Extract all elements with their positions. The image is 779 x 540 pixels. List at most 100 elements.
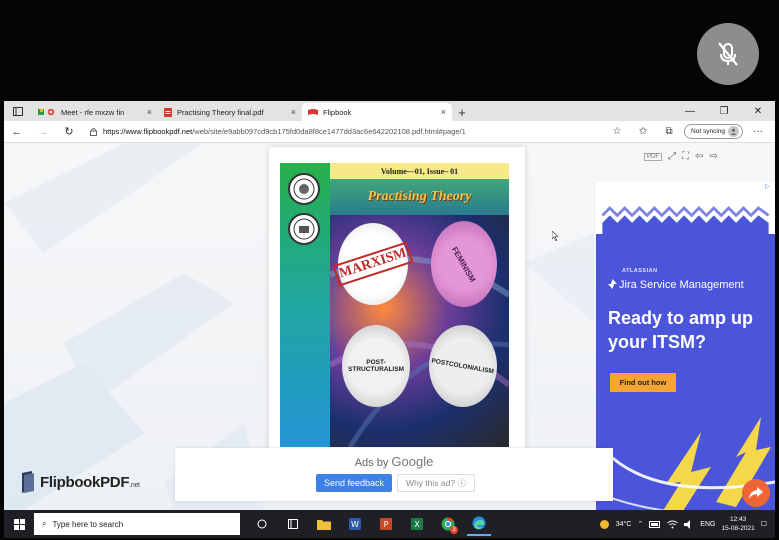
restore-button[interactable]: ❐ (707, 101, 741, 121)
why-this-ad-button[interactable]: Why this ad? ⓘ (397, 474, 475, 492)
arrow-left-icon: ⇦ (695, 151, 704, 162)
clock-date: 15-08-2021 (721, 525, 755, 532)
notification-center-icon[interactable]: ☐ (761, 520, 767, 528)
taskbar-apps: W P X 3 (250, 512, 491, 536)
volume-icon[interactable] (684, 519, 694, 529)
back-button[interactable]: ← (4, 121, 30, 143)
tab-close-button[interactable]: × (291, 107, 296, 117)
tab-label: Flipbook (323, 107, 352, 117)
favorites-button[interactable]: ✩ (632, 126, 654, 137)
svg-text:P: P (384, 520, 389, 529)
prev-page-button[interactable]: ⇦ (695, 151, 703, 162)
journal-title-band: Practising Theory (330, 179, 509, 215)
url-path: /web/site/e9abb097cd9cb175fd0da8f8ce1477… (192, 127, 466, 136)
search-icon: ⌕ (42, 519, 47, 528)
tab-meet[interactable]: Meet - rfe mxzw fin × (32, 103, 158, 121)
ad-cta-button[interactable]: Find out how (610, 373, 676, 392)
ads-by-google-panel: Ads by Google Send feedback Why this ad?… (175, 448, 613, 501)
windows-taskbar: ⌕ Type here to search W P X 3 34°C ⌃ ENG (4, 510, 775, 538)
ad-headline: Ready to amp up your ITSM? (608, 308, 754, 352)
share-icon (749, 487, 763, 499)
mouse-cursor-icon (552, 231, 559, 241)
start-button[interactable] (4, 510, 34, 538)
minimize-button[interactable]: — (673, 101, 707, 121)
close-window-button[interactable]: ✕ (741, 101, 775, 121)
sync-label: Not syncing (691, 128, 725, 135)
favorite-add-button[interactable]: ☆ (606, 126, 628, 137)
windows-icon (13, 518, 25, 530)
lock-icon (90, 128, 97, 136)
topic-marxism: MARXISM (332, 223, 414, 305)
powerpoint-icon: P (380, 518, 392, 530)
ad-choices-icon[interactable]: ▷ (765, 183, 773, 191)
svg-text:X: X (414, 520, 420, 529)
tab-bar: Meet - rfe mxzw fin × Practising Theory … (4, 101, 775, 121)
jira-logo-icon (608, 279, 617, 289)
star-add-icon: ☆ (612, 126, 622, 137)
mic-muted-button[interactable] (697, 23, 759, 85)
excel-button[interactable]: X (405, 512, 429, 536)
mic-muted-icon (718, 42, 738, 66)
avatar (728, 126, 739, 137)
topic-postcolonialism: POSTCOLONIALISM (429, 325, 497, 407)
tab-label: Practising Theory final.pdf (177, 107, 264, 117)
weather-sun-icon (599, 519, 609, 529)
tab-actions-button[interactable] (4, 101, 32, 121)
chrome-button[interactable]: 3 (436, 512, 460, 536)
task-view-button[interactable] (250, 512, 274, 536)
word-button[interactable]: W (343, 512, 367, 536)
journal-volume: Volume—01, Issue– 01 (330, 163, 509, 179)
taskbar-search[interactable]: ⌕ Type here to search (34, 513, 240, 535)
widgets-icon (288, 519, 298, 529)
next-page-button[interactable]: ⇨ (709, 151, 717, 162)
address-bar[interactable]: https://www.flipbookpdf.net/web/site/e9a… (82, 124, 562, 140)
widgets-button[interactable] (281, 512, 305, 536)
file-explorer-button[interactable] (312, 512, 336, 536)
share-button[interactable] (742, 479, 770, 507)
fullscreen-button[interactable]: ⛶ (682, 151, 689, 162)
arrow-right-icon: → (37, 125, 49, 138)
task-view-icon (257, 519, 267, 529)
chevron-up-icon[interactable]: ⌃ (637, 520, 643, 528)
url-host: https://www.flipbookpdf.net (103, 127, 193, 136)
cover-side-strip (280, 163, 330, 447)
new-tab-button[interactable]: + (452, 103, 472, 121)
tab-close-button[interactable]: × (147, 107, 152, 117)
collections-button[interactable]: ⧉ (658, 126, 680, 137)
battery-icon[interactable] (649, 520, 661, 528)
more-button[interactable]: ··· (747, 126, 769, 137)
weather-temp: 34°C (615, 520, 632, 528)
send-feedback-button[interactable]: Send feedback (316, 474, 392, 492)
edge-button[interactable] (467, 512, 491, 536)
tab-flipbook[interactable]: Flipbook × (302, 103, 452, 121)
forward-button[interactable]: → (30, 121, 56, 143)
college-seal-icon (288, 213, 320, 245)
clock-time: 12:43 (729, 516, 747, 523)
wifi-icon[interactable] (667, 520, 679, 529)
tab-close-button[interactable]: × (441, 107, 446, 117)
notification-badge: 3 (450, 526, 458, 534)
powerpoint-button[interactable]: P (374, 512, 398, 536)
fullscreen-icon: ⛶ (682, 151, 689, 162)
browser-window: Meet - rfe mxzw fin × Practising Theory … (4, 101, 775, 510)
refresh-button[interactable]: ↻ (56, 121, 82, 143)
language-indicator[interactable]: ENG (700, 521, 715, 528)
sync-button[interactable]: Not syncing (684, 124, 743, 139)
clock[interactable]: 12:43 15-08-2021 (721, 515, 754, 533)
flipbook-page[interactable]: Volume—01, Issue– 01 Practising Theory M… (269, 147, 525, 453)
cover-artwork: MARXISM FEMINISM POST-STRUCTURALISM POST… (330, 215, 509, 447)
ads-by-google-label: Ads by Google (354, 454, 434, 469)
advertisement[interactable]: ▷ ATLASSIAN Jira Service Management Read… (596, 182, 775, 510)
download-pdf-button[interactable]: PDF (644, 152, 662, 161)
tab-actions-icon (13, 106, 23, 116)
flipbookpdf-logo[interactable]: FlipbookPDF.net (20, 471, 140, 493)
tab-pdf[interactable]: Practising Theory final.pdf × (158, 103, 302, 121)
info-icon: ⓘ (457, 478, 467, 488)
journal-title: Practising Theory (367, 189, 472, 204)
ad-brand: ATLASSIAN (622, 268, 658, 274)
zoom-icon: ⤢ (668, 151, 676, 162)
tab-label: Meet - rfe mxzw fin (61, 107, 125, 117)
pdf-icon (164, 107, 172, 117)
zoom-button[interactable]: ⤢ (668, 151, 676, 162)
topic-post-structuralism: POST-STRUCTURALISM (342, 325, 410, 407)
